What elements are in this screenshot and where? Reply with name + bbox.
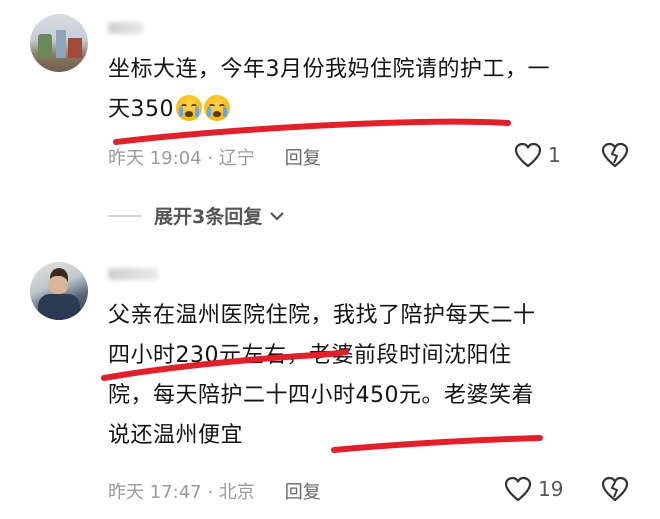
dislike-icon[interactable] bbox=[600, 476, 630, 502]
comment-line: 院，每天陪护二十四小时450元。老婆笑着 bbox=[108, 383, 534, 408]
username[interactable] bbox=[108, 22, 144, 34]
reply-button[interactable]: 回复 bbox=[285, 148, 321, 169]
divider-line bbox=[108, 215, 142, 217]
chevron-down-icon bbox=[270, 212, 284, 221]
expand-replies-button[interactable]: 展开3条回复 bbox=[154, 202, 285, 229]
comment-line: 坐标大连，今年3月份我妈住院请的护工，一 bbox=[108, 57, 550, 82]
username[interactable] bbox=[108, 268, 158, 280]
expand-replies-label: 展开3条回复 bbox=[154, 206, 263, 228]
avatar[interactable] bbox=[30, 14, 88, 72]
dislike-icon[interactable] bbox=[600, 142, 630, 168]
comment-text: 坐标大连，今年3月份我妈住院请的护工，一 天350 bbox=[108, 50, 648, 130]
comment-line: 说还温州便宜 bbox=[108, 423, 244, 448]
crying-face-emoji-icon bbox=[204, 95, 230, 121]
heart-icon bbox=[504, 476, 532, 502]
like-count: 1 bbox=[548, 143, 561, 167]
like-button[interactable]: 1 bbox=[514, 140, 574, 170]
heart-icon bbox=[514, 142, 542, 168]
comment-line: 天350 bbox=[108, 90, 648, 130]
reply-button[interactable]: 回复 bbox=[285, 482, 321, 503]
comment-text: 父亲在温州医院住院，我找了陪护每天二十 四小时230元左右，老婆前段时间沈阳住 … bbox=[108, 296, 648, 456]
like-count: 19 bbox=[538, 477, 564, 501]
comment-time-location: 昨天 17:47 · 北京 bbox=[108, 482, 255, 503]
like-button[interactable]: 19 bbox=[504, 474, 574, 504]
comment-line-text: 天350 bbox=[108, 97, 174, 122]
crying-face-emoji-icon bbox=[176, 95, 202, 121]
avatar[interactable] bbox=[30, 262, 88, 320]
comment-meta: 昨天 19:04 · 辽宁 回复 bbox=[108, 144, 321, 170]
comment-meta: 昨天 17:47 · 北京 回复 bbox=[108, 478, 321, 504]
comment-line: 父亲在温州医院住院，我找了陪护每天二十 bbox=[108, 303, 536, 328]
comment-time-location: 昨天 19:04 · 辽宁 bbox=[108, 148, 255, 169]
comment-line: 四小时230元左右，老婆前段时间沈阳住 bbox=[108, 343, 512, 368]
